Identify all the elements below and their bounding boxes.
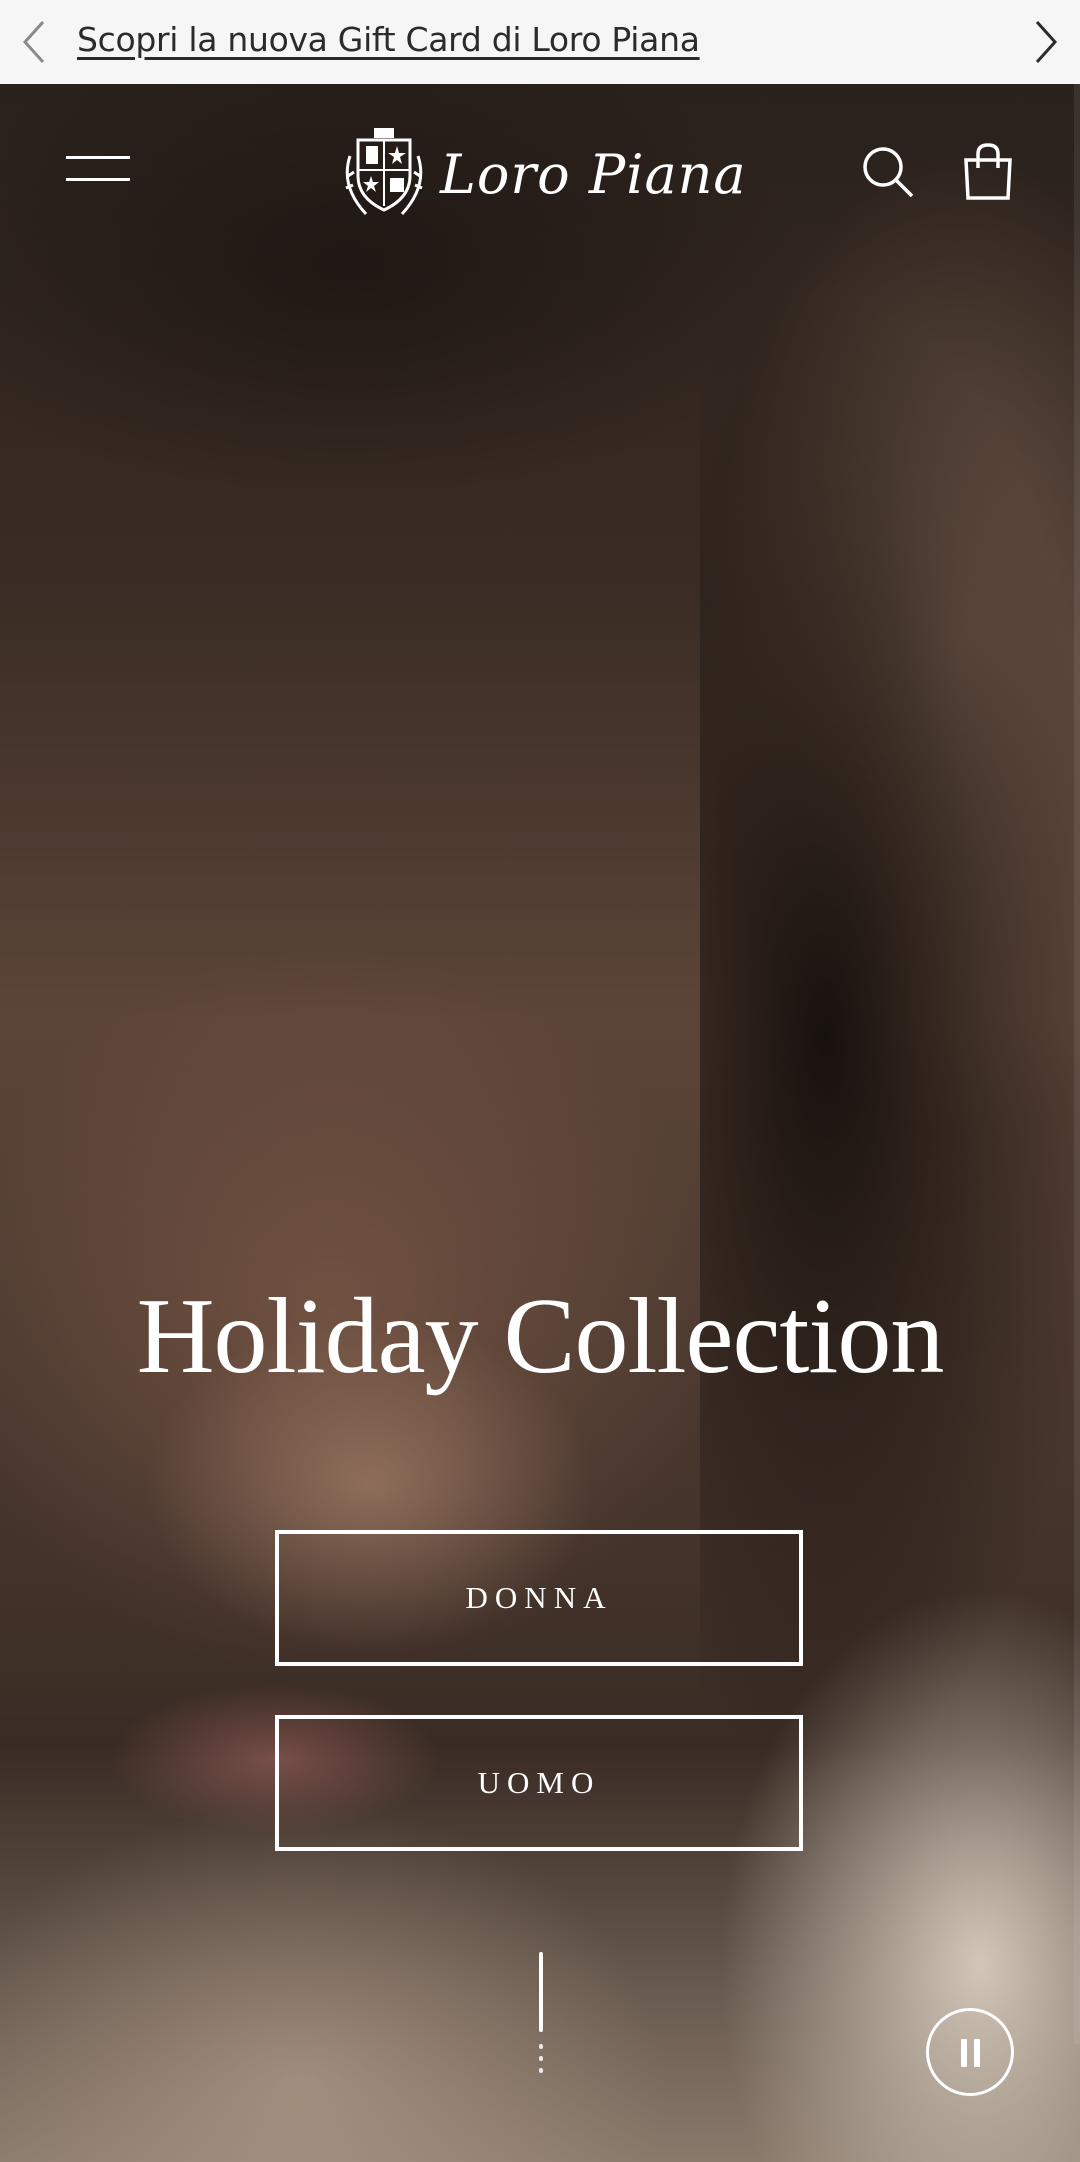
donna-button-label: DONNA xyxy=(465,1580,613,1615)
pause-video-button[interactable] xyxy=(926,2008,1014,2096)
uomo-button[interactable]: UOMO xyxy=(275,1715,803,1851)
crest-icon xyxy=(345,128,423,216)
page-scrollbar[interactable] xyxy=(1074,84,1080,2044)
cart-button[interactable] xyxy=(960,142,1016,202)
search-icon xyxy=(863,147,914,198)
logo[interactable]: Loro Piana xyxy=(336,124,756,224)
site-header: Loro Piana xyxy=(0,84,1080,264)
shopping-bag-icon xyxy=(964,143,1012,200)
chevron-left-icon xyxy=(22,20,45,64)
chevron-right-icon xyxy=(1035,20,1058,64)
scroll-indicator-icon xyxy=(538,1952,544,2077)
search-button[interactable] xyxy=(860,144,916,200)
announcement-next-button[interactable] xyxy=(1018,14,1074,70)
announcement-prev-button[interactable] xyxy=(6,14,62,70)
uomo-button-label: UOMO xyxy=(477,1765,601,1800)
pause-icon xyxy=(961,2039,967,2067)
hamburger-menu-icon xyxy=(66,156,130,159)
page: Scopri la nuova Gift Card di Loro Piana xyxy=(0,0,1080,2162)
announcement-bar: Scopri la nuova Gift Card di Loro Piana xyxy=(0,0,1080,84)
menu-button[interactable] xyxy=(66,154,130,194)
hero-title: Holiday Collection xyxy=(136,1277,945,1396)
announcement-link[interactable]: Scopri la nuova Gift Card di Loro Piana xyxy=(77,20,700,59)
logo-wordmark: Loro Piana xyxy=(440,142,747,206)
donna-button[interactable]: DONNA xyxy=(275,1530,803,1666)
